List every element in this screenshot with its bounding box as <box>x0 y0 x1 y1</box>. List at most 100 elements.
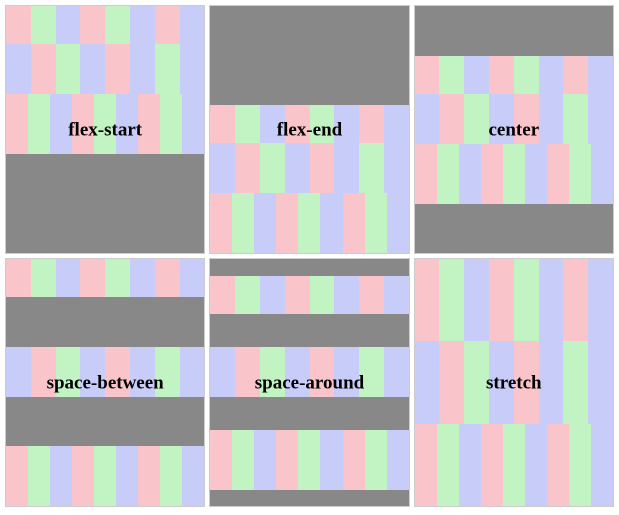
flex-item <box>415 259 440 341</box>
flex-item <box>50 94 72 154</box>
flex-line <box>210 347 408 397</box>
flex-item <box>105 259 130 297</box>
flex-item <box>459 144 481 204</box>
flex-line <box>210 193 408 253</box>
flex-item <box>569 144 591 204</box>
flex-container <box>6 6 204 253</box>
flex-item <box>232 430 254 490</box>
flex-item <box>56 6 81 44</box>
flex-item <box>254 193 276 253</box>
flex-item <box>464 341 489 423</box>
flex-line <box>6 6 204 44</box>
flex-item <box>105 44 130 94</box>
flex-line <box>415 341 613 423</box>
flex-item <box>130 259 155 297</box>
flex-item <box>489 259 514 341</box>
flex-item <box>503 424 525 506</box>
flex-item <box>591 144 613 204</box>
flex-item <box>298 193 320 253</box>
flex-item <box>514 341 539 423</box>
flex-item <box>31 6 56 44</box>
flex-item <box>334 105 359 143</box>
flex-container <box>6 259 204 506</box>
flex-line <box>210 143 408 193</box>
flex-item <box>359 105 384 143</box>
align-content-diagram: flex-start <box>0 0 619 512</box>
panel-flex-end: flex-end <box>209 5 409 254</box>
flex-item <box>310 347 335 397</box>
flex-item <box>276 193 298 253</box>
flex-item <box>56 44 81 94</box>
flex-item <box>365 193 387 253</box>
flex-item <box>210 430 232 490</box>
flex-item <box>235 276 260 314</box>
flex-item <box>298 430 320 490</box>
flex-item <box>439 56 464 94</box>
flex-item <box>415 144 437 204</box>
flex-item <box>489 94 514 144</box>
flex-item <box>285 276 310 314</box>
flex-line <box>6 446 204 506</box>
flex-line <box>415 94 613 144</box>
flex-item <box>160 94 182 154</box>
flex-item <box>415 56 440 94</box>
flex-item <box>235 347 260 397</box>
flex-item <box>50 446 72 506</box>
flex-line <box>210 105 408 143</box>
flex-line <box>415 259 613 341</box>
flex-item <box>384 143 409 193</box>
flex-item <box>138 446 160 506</box>
flex-item <box>6 94 28 154</box>
flex-item <box>489 341 514 423</box>
flex-item <box>285 347 310 397</box>
flex-item <box>180 259 205 297</box>
panel-stretch: stretch <box>414 258 614 507</box>
flex-item <box>415 341 440 423</box>
flex-item <box>310 143 335 193</box>
flex-item <box>588 56 613 94</box>
flex-item <box>130 44 155 94</box>
flex-item <box>591 424 613 506</box>
flex-item <box>563 341 588 423</box>
flex-line <box>6 347 204 397</box>
flex-item <box>80 259 105 297</box>
flex-item <box>180 347 205 397</box>
flex-item <box>130 347 155 397</box>
flex-item <box>334 276 359 314</box>
flex-item <box>439 94 464 144</box>
flex-item <box>365 430 387 490</box>
flex-item <box>464 94 489 144</box>
flex-line <box>415 424 613 506</box>
flex-item <box>343 430 365 490</box>
flex-line <box>210 276 408 314</box>
flex-item <box>210 193 232 253</box>
flex-item <box>210 347 235 397</box>
flex-item <box>6 446 28 506</box>
flex-line <box>6 94 204 154</box>
flex-item <box>384 347 409 397</box>
flex-item <box>285 143 310 193</box>
flex-item <box>260 347 285 397</box>
flex-container <box>415 259 613 506</box>
flex-item <box>28 94 50 154</box>
flex-item <box>138 94 160 154</box>
flex-item <box>539 259 564 341</box>
flex-item <box>459 424 481 506</box>
flex-item <box>254 430 276 490</box>
flex-item <box>547 424 569 506</box>
flex-item <box>334 347 359 397</box>
flex-item <box>31 259 56 297</box>
flex-item <box>437 144 459 204</box>
flex-item <box>514 94 539 144</box>
flex-container <box>415 6 613 253</box>
flex-item <box>384 276 409 314</box>
flex-item <box>56 347 81 397</box>
flex-item <box>94 446 116 506</box>
flex-item <box>116 94 138 154</box>
flex-line <box>415 56 613 94</box>
flex-item <box>310 105 335 143</box>
flex-item <box>514 259 539 341</box>
flex-item <box>539 56 564 94</box>
flex-item <box>489 56 514 94</box>
flex-item <box>160 446 182 506</box>
